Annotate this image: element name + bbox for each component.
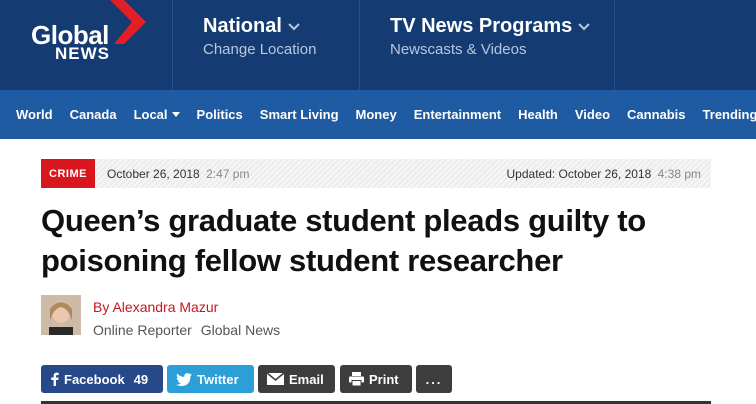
article-meta-bar: CRIME October 26, 2018 2:47 pm Updated: … <box>41 159 711 188</box>
national-location-menu[interactable]: National Change Location <box>173 0 360 90</box>
byline-prefix: By <box>93 299 110 315</box>
author-title: Online Reporter <box>93 322 192 338</box>
published-date-text: October 26, 2018 <box>107 166 200 181</box>
updated-time: 4:38 pm <box>657 166 701 181</box>
facebook-share-count: 49 <box>133 371 149 387</box>
updated-date-text: Updated: October 26, 2018 <box>506 166 652 181</box>
facebook-share-label: Facebook <box>64 371 125 387</box>
site-header: Global NEWS National Change Location TV … <box>0 0 756 90</box>
facebook-icon <box>50 372 59 386</box>
email-icon <box>267 373 284 385</box>
more-share-options-button[interactable]: ... <box>416 365 452 393</box>
category-badge[interactable]: CRIME <box>41 159 95 188</box>
nav-item-politics[interactable]: Politics <box>197 107 243 122</box>
email-share-label: Email <box>289 371 324 387</box>
chevron-down-icon <box>288 22 300 30</box>
nav-item-local-label: Local <box>133 107 168 122</box>
nav-item-health[interactable]: Health <box>518 107 558 122</box>
change-location-link[interactable]: Change Location <box>203 41 359 58</box>
article-headline: Queen’s graduate student pleads guilty t… <box>41 203 646 278</box>
global-news-logo[interactable]: Global NEWS <box>0 0 173 90</box>
author-name-link[interactable]: Alexandra Mazur <box>112 299 218 315</box>
section-nav: World Canada Local Politics Smart Living… <box>0 90 756 139</box>
author-role: Online Reporter Global News <box>93 322 280 338</box>
email-share-button[interactable]: Email <box>258 365 335 393</box>
print-icon <box>349 372 364 386</box>
author-avatar[interactable] <box>41 295 81 335</box>
updated-date: Updated: October 26, 2018 4:38 pm <box>507 167 701 181</box>
published-time: 2:47 pm <box>206 166 250 181</box>
tv-programs-title: TV News Programs <box>390 15 573 37</box>
twitter-share-button[interactable]: Twitter <box>167 365 254 393</box>
author-photo-image <box>41 295 81 335</box>
nav-item-local[interactable]: Local <box>134 107 180 122</box>
nav-item-money[interactable]: Money <box>356 107 397 122</box>
nav-item-smart-living[interactable]: Smart Living <box>260 107 339 122</box>
logo-wordmark-news: NEWS <box>55 44 110 63</box>
national-title: National <box>203 15 282 37</box>
author-byline: By Alexandra Mazur <box>93 299 218 315</box>
tv-news-programs-menu[interactable]: TV News Programs Newscasts & Videos <box>360 0 615 90</box>
nav-item-world[interactable]: World <box>16 107 53 122</box>
facebook-share-button[interactable]: Facebook 49 <box>41 365 163 393</box>
print-button[interactable]: Print <box>340 365 412 393</box>
logo-chevron-mark <box>110 0 146 44</box>
caret-down-icon <box>171 112 180 117</box>
chevron-down-icon <box>578 22 591 30</box>
newscasts-videos-link[interactable]: Newscasts & Videos <box>390 41 614 58</box>
published-date: October 26, 2018 2:47 pm <box>107 167 249 181</box>
author-organization: Global News <box>200 322 281 338</box>
nav-item-cannabis[interactable]: Cannabis <box>627 107 686 122</box>
twitter-share-label: Twitter <box>197 371 239 387</box>
nav-item-canada[interactable]: Canada <box>70 107 117 122</box>
twitter-icon <box>176 372 192 386</box>
nav-item-entertainment[interactable]: Entertainment <box>414 107 501 122</box>
nav-item-video[interactable]: Video <box>575 107 610 122</box>
print-label: Print <box>369 371 399 387</box>
nav-item-trending[interactable]: Trending <box>703 107 756 122</box>
